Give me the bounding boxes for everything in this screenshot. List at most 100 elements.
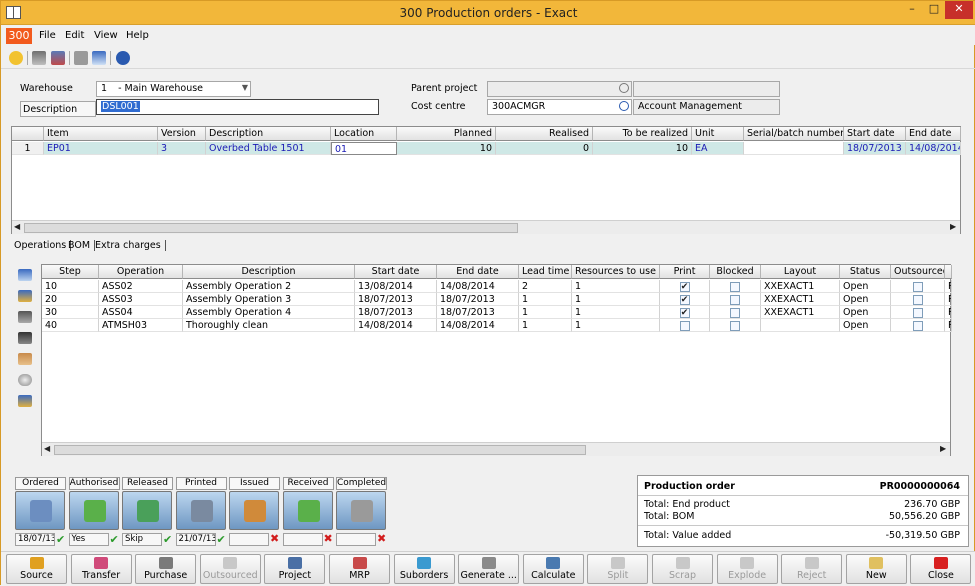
outsourced-button[interactable]: Outsourced: [199, 554, 261, 584]
unchecked-checkbox-icon[interactable]: [912, 307, 923, 318]
step-cell[interactable]: 10: [42, 280, 99, 293]
end-date-cell[interactable]: 14/08/2014: [906, 142, 961, 155]
layout-cell[interactable]: XXEXACT1: [761, 293, 840, 306]
column-header[interactable]: Unit: [692, 127, 744, 141]
edit-row-icon[interactable]: [18, 290, 32, 302]
description-field[interactable]: DSL001: [96, 99, 379, 115]
column-header[interactable]: Planned: [397, 127, 496, 141]
operation-cell[interactable]: ASS02: [99, 280, 183, 293]
menu-file[interactable]: File: [39, 30, 56, 41]
step-cell[interactable]: 30: [42, 306, 99, 319]
blocked-checkbox[interactable]: [710, 306, 761, 319]
purchase-button[interactable]: Purchase: [135, 554, 197, 584]
unit-cell[interactable]: EA: [692, 142, 744, 155]
column-header[interactable]: Operation: [99, 265, 183, 279]
overflow-cell[interactable]: P: [945, 280, 952, 293]
description-cell[interactable]: Overbed Table 1501: [206, 142, 331, 155]
start-date-cell[interactable]: 13/08/2014: [355, 280, 437, 293]
operations-horizontal-scrollbar[interactable]: ◀ ▶: [42, 442, 950, 456]
generate-button[interactable]: Generate ...: [458, 554, 520, 584]
description-cell[interactable]: Assembly Operation 3: [183, 293, 355, 306]
column-header[interactable]: Serial/batch numbers: [744, 127, 844, 141]
mrp-button[interactable]: MRP: [329, 554, 390, 584]
blocked-checkbox[interactable]: [710, 293, 761, 306]
parent-project-field[interactable]: [487, 81, 632, 97]
resources-cell[interactable]: 1: [572, 319, 660, 332]
column-header[interactable]: Start date: [844, 127, 906, 141]
lead-time-cell[interactable]: 2: [519, 280, 572, 293]
menu-edit[interactable]: Edit: [65, 30, 84, 41]
scroll-thumb[interactable]: [54, 445, 586, 455]
scrap-button[interactable]: Scrap: [652, 554, 713, 584]
checked-checkbox-icon[interactable]: ✔: [679, 294, 690, 305]
end-date-cell[interactable]: 18/07/2013: [437, 306, 519, 319]
delete-rows-icon[interactable]: [51, 51, 65, 65]
operation-cell[interactable]: ATMSH03: [99, 319, 183, 332]
status-button-ordered[interactable]: [15, 491, 65, 530]
column-header[interactable]: Location: [331, 127, 397, 141]
step-cell[interactable]: 40: [42, 319, 99, 332]
unchecked-checkbox-icon[interactable]: [912, 294, 923, 305]
to-be-realized-cell[interactable]: 10: [593, 142, 692, 155]
lead-time-cell[interactable]: 1: [519, 319, 572, 332]
routing-icon[interactable]: [18, 332, 32, 344]
column-header[interactable]: End date: [906, 127, 961, 141]
calculate-button[interactable]: Calculate: [522, 554, 584, 584]
outsourced-checkbox[interactable]: [891, 293, 945, 306]
operation-cell[interactable]: ASS03: [99, 293, 183, 306]
resources-icon[interactable]: [18, 395, 32, 407]
print-icon[interactable]: [74, 51, 88, 65]
menu-help[interactable]: Help: [126, 30, 149, 41]
column-header[interactable]: Description: [206, 127, 331, 141]
start-date-cell[interactable]: 18/07/2013: [844, 142, 906, 155]
resources-cell[interactable]: 1: [572, 306, 660, 319]
column-header[interactable]: Resources to use: [572, 265, 660, 279]
end-date-cell[interactable]: 18/07/2013: [437, 293, 519, 306]
close-button[interactable]: Close: [910, 554, 972, 584]
status-button-authorised[interactable]: [68, 491, 119, 530]
overflow-cell[interactable]: P: [945, 293, 952, 306]
outsourced-checkbox[interactable]: [891, 280, 945, 293]
cost-centre-field[interactable]: 300ACMGR: [487, 99, 632, 115]
overflow-cell[interactable]: P: [945, 319, 952, 332]
back-icon[interactable]: [9, 51, 23, 65]
column-header[interactable]: Outsourced: [891, 265, 945, 279]
scroll-right-icon[interactable]: ▶: [940, 444, 946, 453]
step-cell[interactable]: 20: [42, 293, 99, 306]
unchecked-checkbox-icon[interactable]: [730, 320, 740, 331]
overflow-cell[interactable]: P: [945, 306, 952, 319]
checked-checkbox-icon[interactable]: ✔: [679, 307, 690, 318]
column-header[interactable]: To be realized: [593, 127, 692, 141]
layout-cell[interactable]: [761, 319, 840, 332]
unchecked-checkbox-icon[interactable]: [912, 320, 923, 331]
print-checkbox[interactable]: ✔: [660, 280, 710, 293]
column-header[interactable]: Layout: [761, 265, 840, 279]
menu-view[interactable]: View: [94, 30, 118, 41]
tools-icon[interactable]: [18, 353, 32, 365]
status-cell[interactable]: Open: [840, 319, 891, 332]
blocked-checkbox[interactable]: [710, 280, 761, 293]
column-header[interactable]: Blocked: [710, 265, 761, 279]
print-checkbox[interactable]: [660, 319, 710, 332]
outsourced-checkbox[interactable]: [891, 319, 945, 332]
resources-cell[interactable]: 1: [572, 280, 660, 293]
maximize-button[interactable]: □: [923, 1, 945, 19]
column-header[interactable]: Item: [44, 127, 158, 141]
explode-button[interactable]: Explode: [716, 554, 778, 584]
version-cell[interactable]: 3: [158, 142, 206, 155]
item-cell[interactable]: EP01: [44, 142, 158, 155]
status-button-released[interactable]: [122, 491, 172, 530]
transfer-button[interactable]: Transfer: [70, 554, 132, 584]
description-cell[interactable]: Assembly Operation 2: [183, 280, 355, 293]
status-button-issued[interactable]: [229, 491, 279, 530]
delete-row-icon[interactable]: [18, 311, 32, 323]
column-header[interactable]: End date: [437, 265, 519, 279]
status-cell[interactable]: Open: [840, 306, 891, 319]
operation-cell[interactable]: ASS04: [99, 306, 183, 319]
serial-batch-cell[interactable]: [744, 142, 844, 155]
start-date-cell[interactable]: 18/07/2013: [355, 306, 437, 319]
lookup-icon[interactable]: [619, 83, 629, 93]
start-date-cell[interactable]: 18/07/2013: [355, 293, 437, 306]
items-horizontal-scrollbar[interactable]: ◀ ▶: [12, 220, 960, 234]
reject-button[interactable]: Reject: [781, 554, 843, 584]
